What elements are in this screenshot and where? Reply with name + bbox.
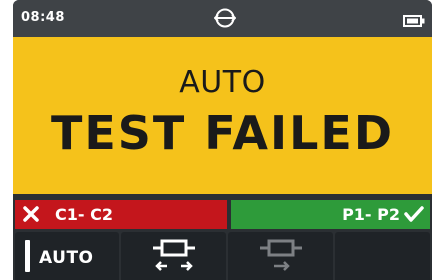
softkey-auto-label: AUTO (39, 248, 94, 268)
clock: 08:48 (21, 10, 65, 25)
link-icon (213, 7, 237, 29)
pair-status-row: C1- C2 P1- P2 (13, 200, 432, 229)
softkey-empty[interactable] (335, 232, 430, 280)
test-result-text: TEST FAILED (50, 106, 395, 160)
softkey-row: AUTO (13, 232, 432, 280)
softkey-wiremap-bidirectional[interactable] (121, 232, 226, 280)
pair-pass-status: P1- P2 (231, 200, 430, 229)
wiremap-bidirectional-icon (149, 235, 199, 279)
wiremap-single-icon (256, 235, 306, 279)
pass-pair-label: P1- P2 (342, 205, 400, 224)
status-bar: 08:48 (13, 0, 432, 37)
fail-pair-label: C1- C2 (55, 205, 113, 224)
battery-icon (403, 12, 425, 27)
test-mode-label: AUTO (179, 65, 266, 100)
softkey-wiremap-single[interactable] (228, 232, 333, 280)
mode-bar-icon (25, 240, 30, 272)
softkey-auto[interactable]: AUTO (15, 232, 119, 280)
x-icon (23, 205, 39, 223)
check-icon (404, 205, 424, 223)
tester-device: 08:48 AUTO TEST FAILED C1- C2 P1- P2 AUT… (0, 0, 445, 280)
tester-screen: 08:48 AUTO TEST FAILED C1- C2 P1- P2 AUT… (13, 0, 432, 280)
pair-fail-status: C1- C2 (15, 200, 227, 229)
